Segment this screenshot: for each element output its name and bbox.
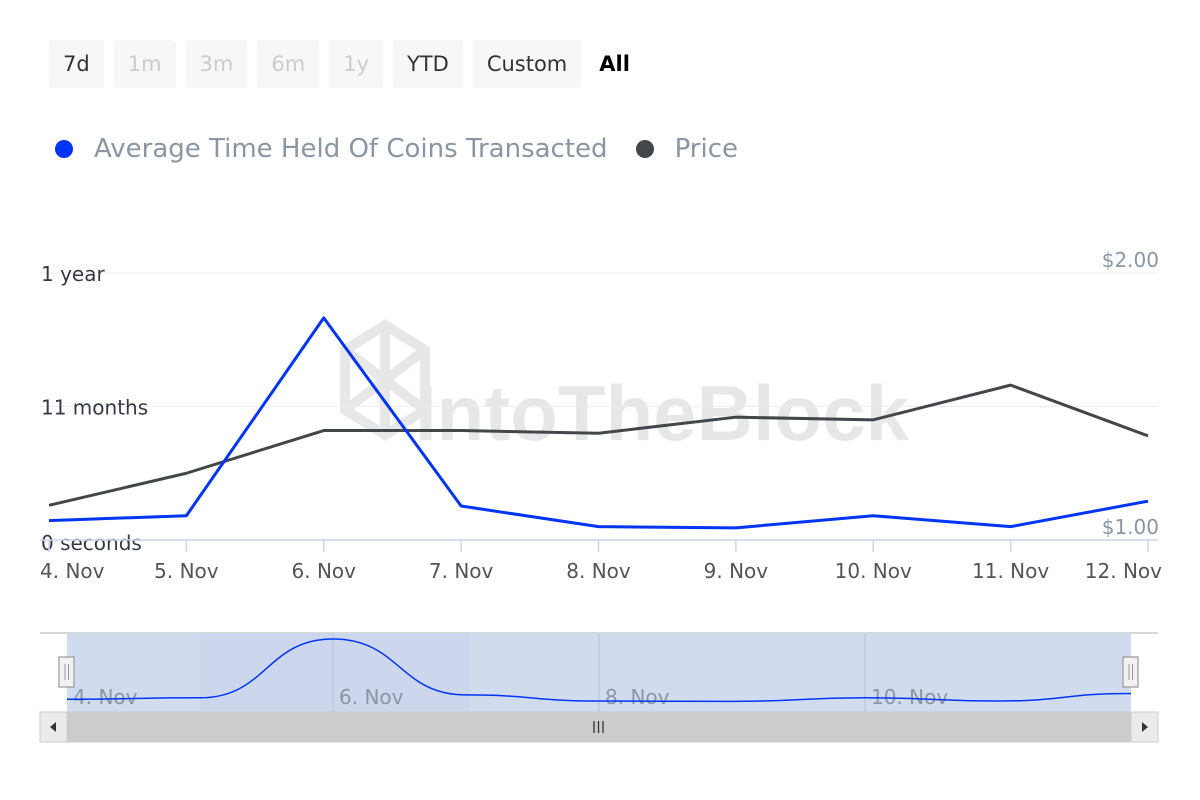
navigator-handle-right[interactable] — [1122, 656, 1139, 688]
navigator-tick-label: 4. Nov — [73, 685, 138, 709]
x-tick-label: 4. Nov — [40, 559, 105, 583]
x-tick-label: 7. Nov — [429, 559, 494, 583]
y-left-tick-label: 0 seconds — [41, 531, 142, 555]
x-tick-label: 9. Nov — [704, 559, 769, 583]
x-tick-label: 12. Nov — [1085, 559, 1162, 583]
y-right-tick-label: $2.00 — [1102, 248, 1159, 272]
navigator-handle-left[interactable] — [58, 656, 75, 688]
navigator-highlight — [200, 633, 470, 712]
x-tick-label: 6. Nov — [292, 559, 357, 583]
x-tick-label: 10. Nov — [835, 559, 912, 583]
chart-svg: IntoTheBlock 0 seconds 11 months 1 year $1.0… — [39, 248, 1162, 743]
watermark-text: IntoTheBlock — [415, 369, 910, 457]
y-left-tick-label: 1 year — [41, 262, 105, 286]
x-tick-label: 11. Nov — [972, 559, 1049, 583]
watermark: IntoTheBlock — [340, 319, 910, 457]
navigator-tick-label: 6. Nov — [339, 685, 404, 709]
x-tick-label: 5. Nov — [154, 559, 219, 583]
y-right-tick-label: $1.00 — [1102, 515, 1159, 539]
y-left-tick-label: 11 months — [41, 396, 148, 420]
watermark-logo-icon — [340, 319, 430, 441]
navigator-tick-label: 8. Nov — [605, 685, 670, 709]
navigator-tick-label: 10. Nov — [871, 685, 948, 709]
x-tick-label: 8. Nov — [566, 559, 631, 583]
